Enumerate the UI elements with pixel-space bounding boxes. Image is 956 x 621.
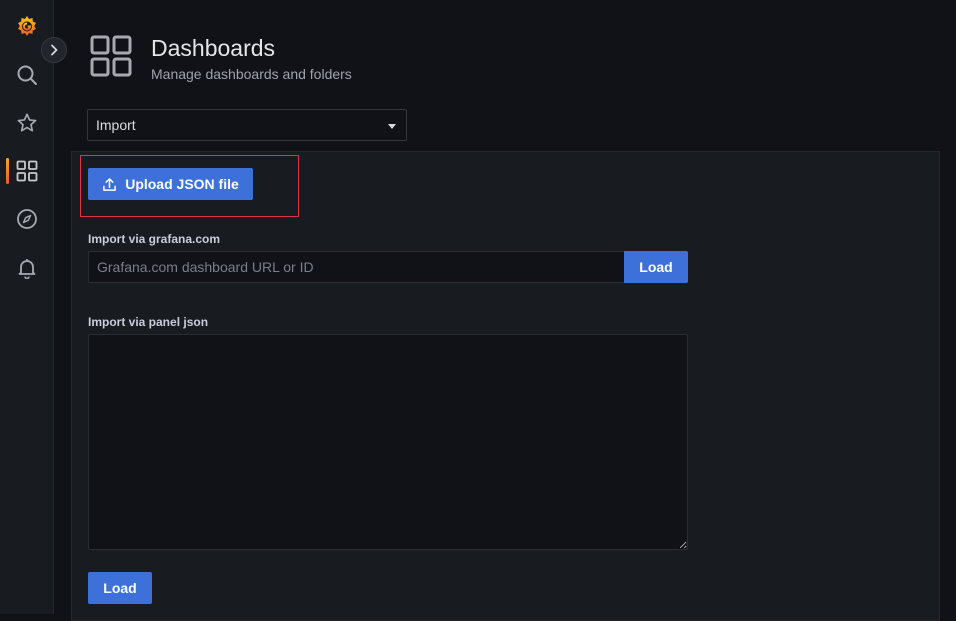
upload-json-label: Upload JSON file	[125, 176, 239, 192]
chevron-right-icon	[51, 44, 58, 56]
sidebar-expand-button[interactable]	[41, 37, 67, 63]
sidebar	[0, 0, 54, 614]
page-select-value: Import	[96, 117, 136, 133]
page-select[interactable]: Import	[87, 109, 407, 141]
page-title: Dashboards	[151, 35, 276, 61]
upload-json-button[interactable]: Upload JSON file	[88, 168, 253, 200]
grafana-import-label: Import via grafana.com	[88, 232, 221, 246]
dashboards-header-icon	[90, 35, 132, 82]
star-icon[interactable]	[0, 103, 54, 143]
dashboards-icon[interactable]	[0, 151, 54, 191]
panel-json-load-button[interactable]: Load	[88, 572, 152, 604]
grafana-load-button[interactable]: Load	[624, 251, 688, 283]
upload-icon	[103, 177, 117, 191]
search-icon[interactable]	[0, 55, 54, 95]
caret-down-icon	[388, 124, 396, 129]
grafana-url-input[interactable]	[88, 251, 625, 283]
page-subtitle: Manage dashboards and folders	[151, 66, 352, 82]
alerting-bell-icon[interactable]	[0, 248, 54, 288]
explore-compass-icon[interactable]	[0, 199, 54, 239]
panel-json-textarea[interactable]	[88, 334, 688, 550]
panel-json-label: Import via panel json	[88, 315, 209, 329]
